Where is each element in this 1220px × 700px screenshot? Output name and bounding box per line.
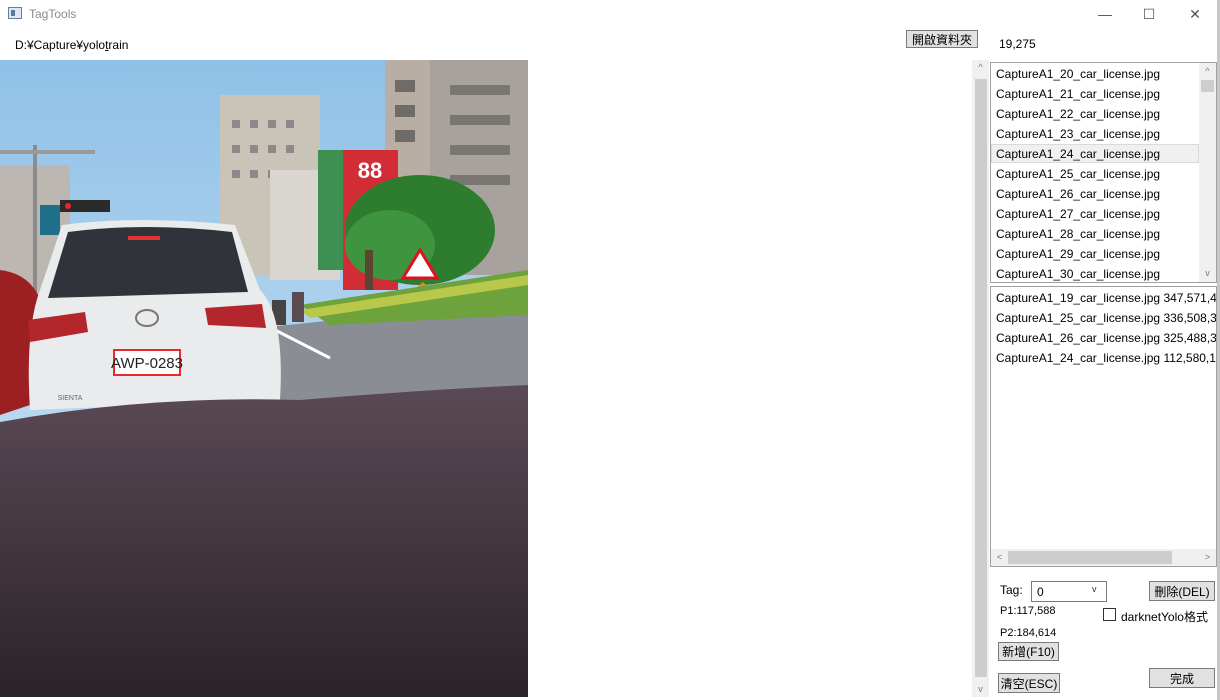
file-list-item[interactable]: CaptureA1_25_car_license.jpg — [996, 164, 1160, 184]
path-prefix: D:¥Capture¥yolo — [15, 38, 106, 52]
file-list-item[interactable]: CaptureA1_29_car_license.jpg — [996, 244, 1160, 264]
file-list-scroll-thumb[interactable] — [1201, 80, 1214, 92]
open-folder-button[interactable]: 開啟資料夾 — [906, 30, 978, 48]
window-title: TagTools — [29, 7, 77, 21]
sign-number: 88 — [358, 158, 382, 183]
clear-button[interactable]: 清空(ESC) — [998, 673, 1060, 693]
result-list-item[interactable]: CaptureA1_25_car_license.jpg 336,508,361… — [996, 308, 1216, 328]
file-list-item[interactable]: CaptureA1_26_car_license.jpg — [996, 184, 1160, 204]
app-icon — [8, 7, 22, 19]
close-button[interactable]: ✕ — [1172, 0, 1218, 28]
scroll-right-icon[interactable]: > — [1199, 552, 1216, 562]
file-list-item[interactable]: CaptureA1_27_car_license.jpg — [996, 204, 1160, 224]
result-list-item[interactable]: CaptureA1_26_car_license.jpg 325,488,358… — [996, 328, 1216, 348]
delete-button[interactable]: 刪除(DEL) — [1149, 581, 1215, 601]
result-list-hscroll-thumb[interactable] — [1008, 551, 1172, 564]
tag-label: Tag: — [1000, 583, 1023, 597]
file-list-item[interactable]: CaptureA1_28_car_license.jpg — [996, 224, 1160, 244]
p2-coordinates: P2:184,614 — [1000, 627, 1057, 639]
minimize-button[interactable]: — — [1082, 0, 1128, 28]
file-list-item[interactable]: CaptureA1_22_car_license.jpg — [996, 104, 1160, 124]
title-bar — [0, 0, 1220, 28]
list-scroll-down-icon[interactable]: v — [1199, 268, 1216, 278]
darknet-yolo-label[interactable]: darknetYolo格式 — [1121, 608, 1208, 625]
file-list-item[interactable]: CaptureA1_24_car_license.jpg — [996, 144, 1160, 164]
scroll-up-arrow-icon[interactable]: ^ — [972, 62, 989, 72]
folder-path-label: D:¥Capture¥yolotrain — [15, 38, 128, 52]
done-button[interactable]: 完成 — [1149, 668, 1215, 688]
file-list-item[interactable]: CaptureA1_21_car_license.jpg — [996, 84, 1160, 104]
image-canvas[interactable]: 88 AWP-0283 SIENTA — [0, 60, 528, 697]
add-button[interactable]: 新增(F10) — [998, 642, 1059, 661]
path-suffix: rain — [108, 38, 129, 52]
p1-coordinates: P1:117,588 — [1000, 605, 1056, 617]
file-list-item[interactable]: CaptureA1_20_car_license.jpg — [996, 64, 1160, 84]
car-model-text: SIENTA — [58, 395, 83, 402]
tag-select-value: 0 — [1037, 585, 1044, 599]
file-list-scrollbar[interactable] — [1199, 63, 1216, 282]
file-list-item[interactable]: CaptureA1_30_car_license.jpg — [996, 264, 1160, 284]
maximize-button[interactable]: ☐ — [1126, 0, 1172, 28]
result-list-item[interactable]: CaptureA1_24_car_license.jpg 112,580,183… — [996, 348, 1216, 368]
result-list-item[interactable]: CaptureA1_19_car_license.jpg 347,571,424… — [996, 288, 1216, 308]
file-list-item[interactable]: CaptureA1_23_car_license.jpg — [996, 124, 1160, 144]
scrollbar-thumb[interactable] — [975, 79, 987, 677]
chevron-down-icon[interactable]: v — [1092, 584, 1097, 594]
street-photo: 88 AWP-0283 SIENTA — [0, 60, 528, 697]
scroll-down-arrow-icon[interactable]: v — [972, 684, 989, 694]
darknet-yolo-checkbox[interactable] — [1103, 608, 1116, 621]
scroll-left-icon[interactable]: < — [991, 552, 1008, 562]
list-scroll-up-icon[interactable]: ^ — [1199, 66, 1216, 76]
file-count-label: 19,275 — [999, 37, 1036, 51]
license-plate-text: AWP-0283 — [111, 355, 183, 372]
